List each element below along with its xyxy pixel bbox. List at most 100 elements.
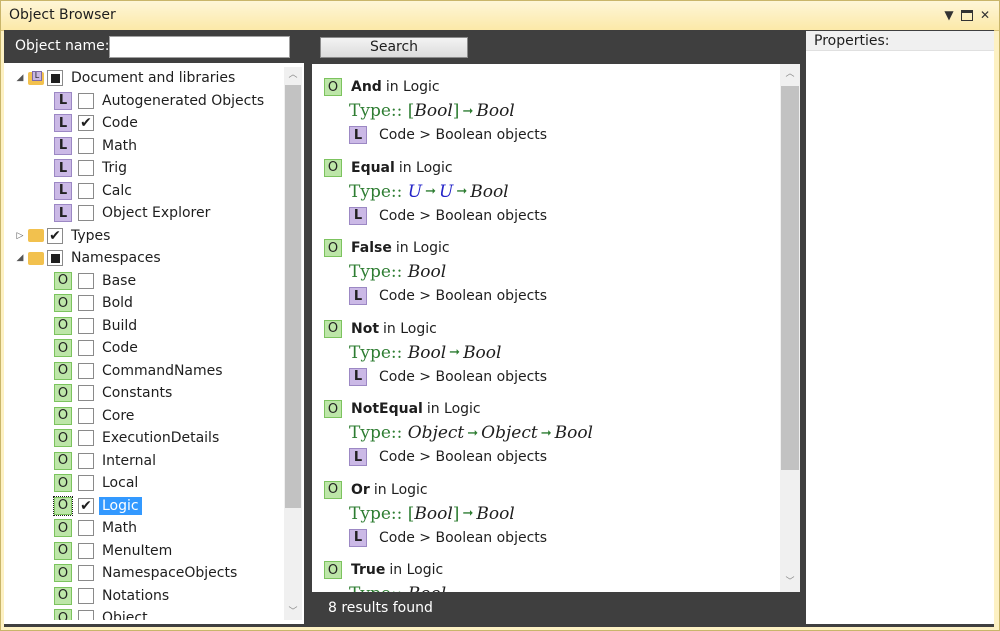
library-icon: L	[54, 136, 72, 155]
type-token: ➞	[456, 184, 468, 199]
library-icon: L	[349, 448, 367, 466]
scroll-up-icon[interactable]: ︿	[780, 66, 800, 82]
maximize-icon[interactable]	[959, 7, 975, 23]
tree-item[interactable]: O NamespaceObjects	[54, 562, 237, 584]
tree-item-label: Build	[102, 317, 138, 334]
tree-item[interactable]: O Internal	[54, 450, 156, 472]
tree-item[interactable]: ▷ ✔ Types	[14, 225, 110, 247]
tree-item[interactable]: O Constants	[54, 382, 172, 404]
tree-item[interactable]: L Trig	[54, 157, 127, 179]
tree-item-label: Object Explorer	[102, 205, 211, 221]
scroll-down-icon[interactable]: ﹀	[780, 574, 800, 590]
tree-checkbox[interactable]	[78, 385, 94, 401]
tree-checkbox[interactable]: ✔	[47, 227, 63, 244]
result-namespace: in Logic	[383, 320, 437, 337]
tree-item[interactable]: ◢ Namespaces	[14, 247, 161, 269]
result-category: Code > Boolean objects	[379, 288, 548, 304]
library-icon: L	[54, 181, 72, 200]
namespace-icon: O	[324, 480, 342, 499]
tree-checkbox[interactable]	[78, 160, 94, 176]
tree-item[interactable]: O Core	[54, 405, 134, 427]
tree-checkbox[interactable]	[78, 205, 94, 221]
collapse-icon[interactable]: ◢	[14, 253, 26, 263]
result-name: False	[351, 240, 392, 256]
result-type: Type:: [Bool] ➞ Bool	[324, 501, 784, 527]
results-scrollbar[interactable]: ︿ ﹀	[780, 64, 800, 592]
tree-item[interactable]: L Math	[54, 135, 137, 157]
tree-checkbox[interactable]	[78, 295, 94, 311]
close-icon[interactable]: ✕	[977, 7, 993, 23]
result-type: Type:: U ➞ U ➞ Bool	[324, 179, 784, 205]
expand-icon[interactable]: ▷	[14, 231, 26, 241]
tree-item[interactable]: O Code	[54, 337, 138, 359]
tree-checkbox[interactable]	[78, 542, 94, 559]
tree-checkbox[interactable]	[78, 475, 94, 491]
results-status: 8 results found	[312, 595, 800, 622]
tree-checkbox[interactable]: ✔	[78, 497, 94, 514]
result-item[interactable]: O Truein LogicType:: Bool	[324, 559, 784, 592]
tree-checkbox[interactable]	[78, 137, 94, 154]
namespace-icon: O	[324, 239, 342, 257]
tree-item[interactable]: O Build	[54, 315, 137, 337]
tree-checkbox[interactable]	[78, 362, 94, 379]
library-icon: L	[349, 528, 367, 547]
tree-item[interactable]: O Bold	[54, 292, 133, 314]
result-item[interactable]: O NotEqual in Logic Type:: Object ➞ Object ➞ Bo…	[324, 398, 784, 468]
tree-checkbox[interactable]	[78, 520, 94, 536]
tree-item[interactable]: O CommandNames	[54, 360, 223, 382]
result-item[interactable]: O Equal in Logic Type:: U ➞ U ➞ Bool L Code > Boo…	[324, 157, 784, 227]
tree-item[interactable]: L Autogenerated Objects	[54, 90, 264, 112]
tree-checkbox[interactable]	[78, 430, 94, 446]
tree-checkbox[interactable]	[78, 182, 94, 199]
tree-checkbox[interactable]: ✔	[78, 115, 94, 131]
tree-item[interactable]: O Notations	[54, 585, 169, 607]
tree-scrollbar[interactable]: ︿ ﹀	[284, 67, 302, 620]
tree-item[interactable]: O MenuItem	[54, 540, 172, 562]
tree-item[interactable]: L Object Explorer	[54, 202, 210, 224]
result-type: Type:: Object ➞ Object ➞ Bool	[324, 420, 784, 446]
result-name: True	[351, 562, 386, 578]
result-item[interactable]: O And in Logic Type:: [Bool] ➞ Bool L Code > Bo…	[324, 76, 784, 146]
tree-item[interactable]: L Calc	[54, 180, 132, 202]
tree-item[interactable]: O Base	[54, 270, 136, 292]
tree-item[interactable]: O Local	[54, 472, 138, 494]
tree-item[interactable]: O Math	[54, 517, 137, 539]
tree-checkbox[interactable]	[47, 250, 63, 266]
tree-checkbox[interactable]	[47, 70, 63, 86]
tree-item[interactable]: O ExecutionDetails	[54, 427, 219, 449]
tree-item-label: Trig	[102, 160, 128, 176]
tree-item[interactable]: ◢ L Document and libraries	[14, 67, 235, 89]
tree-checkbox[interactable]	[78, 407, 94, 424]
result-namespace: in Logic	[373, 481, 428, 498]
object-name-input[interactable]	[109, 36, 290, 58]
library-icon: L	[54, 114, 72, 132]
result-item[interactable]: O False in Logic Type:: Bool L Code > Boolean…	[324, 237, 784, 307]
type-token: U	[438, 181, 454, 202]
tree-checkbox[interactable]	[78, 610, 94, 620]
tree-checkbox[interactable]	[78, 565, 94, 581]
tree-checkbox[interactable]	[78, 452, 94, 469]
library-icon: L	[54, 159, 72, 177]
tree-checkbox[interactable]	[78, 317, 94, 334]
tree-item-label: Local	[102, 475, 139, 491]
library-icon: L	[349, 367, 367, 386]
tree-scroll-thumb[interactable]	[285, 85, 301, 508]
dropdown-icon[interactable]: ▼	[941, 7, 957, 23]
type-token: Bool	[414, 503, 453, 524]
result-item[interactable]: O Or in Logic Type:: [Bool] ➞ Bool L Code > Boo…	[324, 479, 784, 549]
tree-checkbox[interactable]	[78, 340, 94, 356]
tree-item[interactable]: O ✔ Logic	[53, 495, 142, 517]
scroll-down-icon[interactable]: ﹀	[284, 604, 302, 620]
result-name: And	[351, 79, 382, 95]
result-item[interactable]: O Not in Logic Type:: Bool ➞ Bool L Code > Bool…	[324, 318, 784, 388]
results-scroll-thumb[interactable]	[781, 86, 799, 470]
tree-item[interactable]: O Object	[54, 607, 148, 620]
tree-checkbox[interactable]	[78, 587, 94, 604]
scroll-up-icon[interactable]: ︿	[284, 67, 302, 83]
tree-checkbox[interactable]	[78, 272, 94, 289]
tree-checkbox[interactable]	[78, 92, 94, 109]
collapse-icon[interactable]: ◢	[14, 73, 26, 83]
tree-item[interactable]: L ✔ Code	[54, 112, 138, 134]
search-button[interactable]: Search	[320, 37, 468, 58]
namespace-icon: O	[54, 609, 72, 620]
